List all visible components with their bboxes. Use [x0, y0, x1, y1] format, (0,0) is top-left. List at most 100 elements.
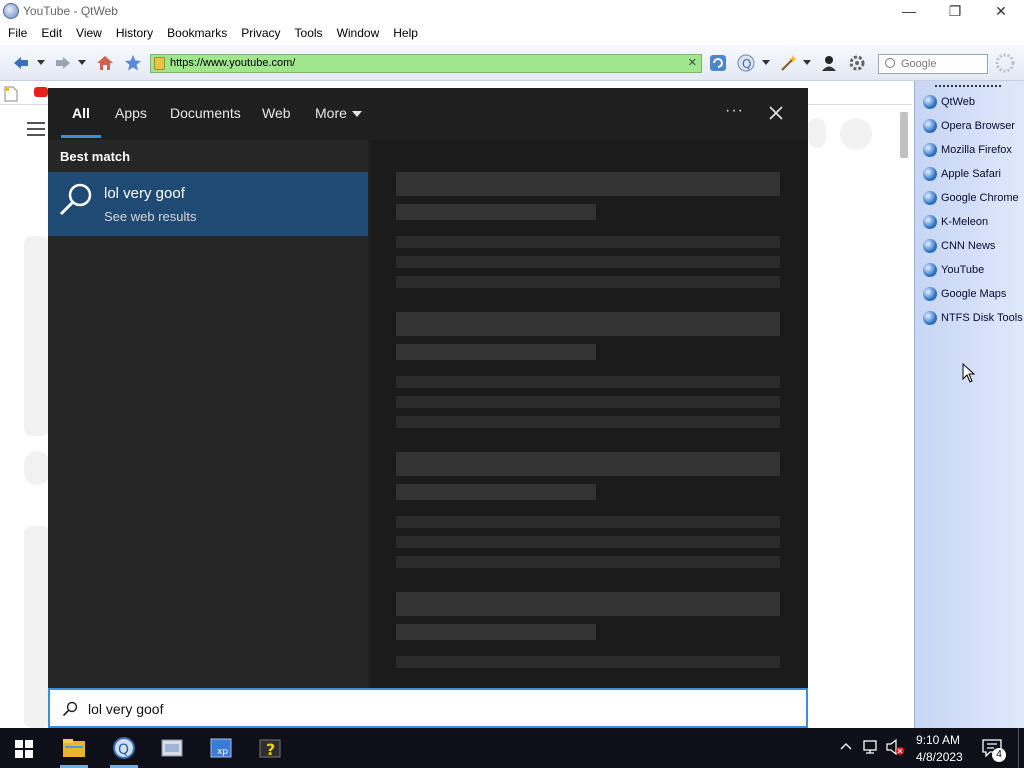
back-arrow-icon[interactable]: [12, 54, 30, 72]
loading-placeholder: [396, 276, 780, 288]
globe-icon: [923, 191, 937, 205]
close-icon[interactable]: [769, 106, 783, 120]
sidebar-item-label: QtWeb: [941, 96, 976, 108]
address-url: https://www.youtube.com/: [170, 57, 296, 69]
clock-time[interactable]: 9:10 AM: [916, 733, 960, 747]
sidebar-item-label: CNN News: [941, 240, 996, 252]
loading-placeholder: [396, 656, 780, 668]
notification-badge: 4: [992, 748, 1006, 762]
menu-file[interactable]: File: [0, 23, 34, 44]
best-match-result[interactable]: lol very goof See web results: [48, 172, 368, 236]
best-match-heading: Best match: [60, 149, 131, 164]
back-dropdown-icon[interactable]: [37, 60, 45, 66]
loading-placeholder: [396, 536, 780, 548]
menu-window[interactable]: Window: [330, 23, 387, 44]
menu-tools[interactable]: Tools: [288, 23, 330, 44]
sidebar-grip[interactable]: [935, 85, 1001, 87]
globe-icon: [923, 263, 937, 277]
tools-dropdown-icon[interactable]: [803, 60, 811, 66]
sidebar-item-label: K-Meleon: [941, 216, 989, 228]
browser-toolbar: https://www.youtube.com/ ✕ Q Google: [0, 45, 1024, 81]
clock-date[interactable]: 4/8/2023: [916, 750, 963, 764]
tab-web[interactable]: Web: [262, 105, 291, 121]
tab-documents[interactable]: Documents: [170, 105, 241, 121]
search-icon: [885, 58, 895, 68]
qtweb-taskbar-icon[interactable]: Q: [112, 736, 136, 760]
tab-all-indicator: [61, 135, 101, 138]
globe-icon: [923, 239, 937, 253]
menu-view[interactable]: View: [69, 23, 109, 44]
menu-bookmarks[interactable]: Bookmarks: [160, 23, 234, 44]
hamburger-menu-icon[interactable]: [27, 122, 45, 136]
loading-placeholder: [396, 484, 596, 500]
video-thumbnail-placeholder: [24, 526, 50, 728]
show-desktop-button[interactable]: [1018, 728, 1019, 768]
loading-placeholder: [396, 172, 780, 196]
control-panel-icon[interactable]: [160, 736, 184, 760]
menu-privacy[interactable]: Privacy: [234, 23, 287, 44]
address-bar[interactable]: https://www.youtube.com/ ✕: [150, 54, 702, 73]
qtweb-app-icon: [3, 3, 19, 19]
preview-pane: [370, 140, 808, 688]
button-placeholder: [808, 118, 826, 148]
youtube-favicon[interactable]: [34, 87, 48, 97]
file-explorer-icon[interactable]: [62, 736, 86, 760]
loading-placeholder: [396, 344, 596, 360]
loading-placeholder: [396, 236, 780, 248]
sidebar-item-label: Mozilla Firefox: [941, 144, 1012, 156]
menu-bar: File Edit View History Bookmarks Privacy Tools…: [0, 23, 1024, 45]
help-icon[interactable]: ?: [258, 736, 282, 760]
network-icon[interactable]: [862, 739, 880, 755]
new-tab-icon[interactable]: [4, 86, 18, 102]
close-button[interactable]: ✕: [978, 0, 1024, 23]
qtweb-logo-icon[interactable]: Q: [737, 54, 755, 72]
tab-more[interactable]: More: [315, 105, 347, 121]
settings-gear-icon[interactable]: [848, 54, 866, 72]
reload-icon[interactable]: [709, 54, 727, 72]
avatar-placeholder: [840, 118, 872, 150]
globe-icon: [923, 215, 937, 229]
page-scrollbar-thumb[interactable]: [900, 112, 908, 158]
best-match-title: lol very goof: [104, 185, 185, 202]
windows-start-icon[interactable]: [15, 740, 33, 758]
chevron-up-icon[interactable]: [840, 742, 852, 750]
lock-icon: [154, 57, 165, 70]
search-engine-field[interactable]: Google: [878, 54, 988, 74]
tab-apps[interactable]: Apps: [115, 105, 147, 121]
loading-placeholder: [396, 396, 780, 408]
menu-help[interactable]: Help: [386, 23, 425, 44]
search-query-text: lol very goof: [88, 701, 164, 717]
menu-history[interactable]: History: [109, 23, 160, 44]
clear-url-icon[interactable]: ✕: [688, 56, 697, 69]
tab-all[interactable]: All: [72, 105, 90, 121]
svg-text:xp: xp: [217, 747, 228, 757]
globe-icon: [923, 311, 937, 325]
user-agent-icon[interactable]: [820, 54, 838, 72]
forward-dropdown-icon[interactable]: [78, 60, 86, 66]
sidebar-item-label: Apple Safari: [941, 168, 1001, 180]
bookmarks-sidebar: QtWeb Opera Browser Mozilla Firefox Appl…: [914, 81, 1024, 728]
search-query-input[interactable]: lol very goof: [48, 688, 808, 728]
forward-arrow-icon[interactable]: [54, 54, 72, 72]
video-thumbnail-placeholder: [24, 236, 50, 436]
minimize-button[interactable]: —: [886, 0, 932, 23]
ellipsis-icon[interactable]: ···: [725, 102, 744, 120]
sidebar-item-label: Opera Browser: [941, 120, 1015, 132]
volume-muted-icon[interactable]: [886, 739, 904, 755]
window-title: YouTube - QtWeb: [23, 4, 118, 18]
magic-wand-icon[interactable]: [779, 54, 797, 72]
svg-text:Q: Q: [742, 57, 751, 71]
globe-icon: [923, 119, 937, 133]
best-match-subtitle: See web results: [104, 209, 197, 224]
loading-placeholder: [396, 452, 780, 476]
xp-mode-icon[interactable]: xp: [209, 736, 233, 760]
loading-placeholder: [396, 376, 780, 388]
menu-edit[interactable]: Edit: [34, 23, 69, 44]
qtweb-dropdown-icon[interactable]: [762, 60, 770, 66]
home-icon[interactable]: [96, 54, 114, 72]
chevron-down-icon[interactable]: [352, 111, 362, 117]
globe-icon: [923, 143, 937, 157]
bookmark-star-icon[interactable]: [124, 54, 142, 72]
maximize-button[interactable]: ❐: [932, 0, 978, 23]
chip-placeholder: [24, 451, 50, 485]
